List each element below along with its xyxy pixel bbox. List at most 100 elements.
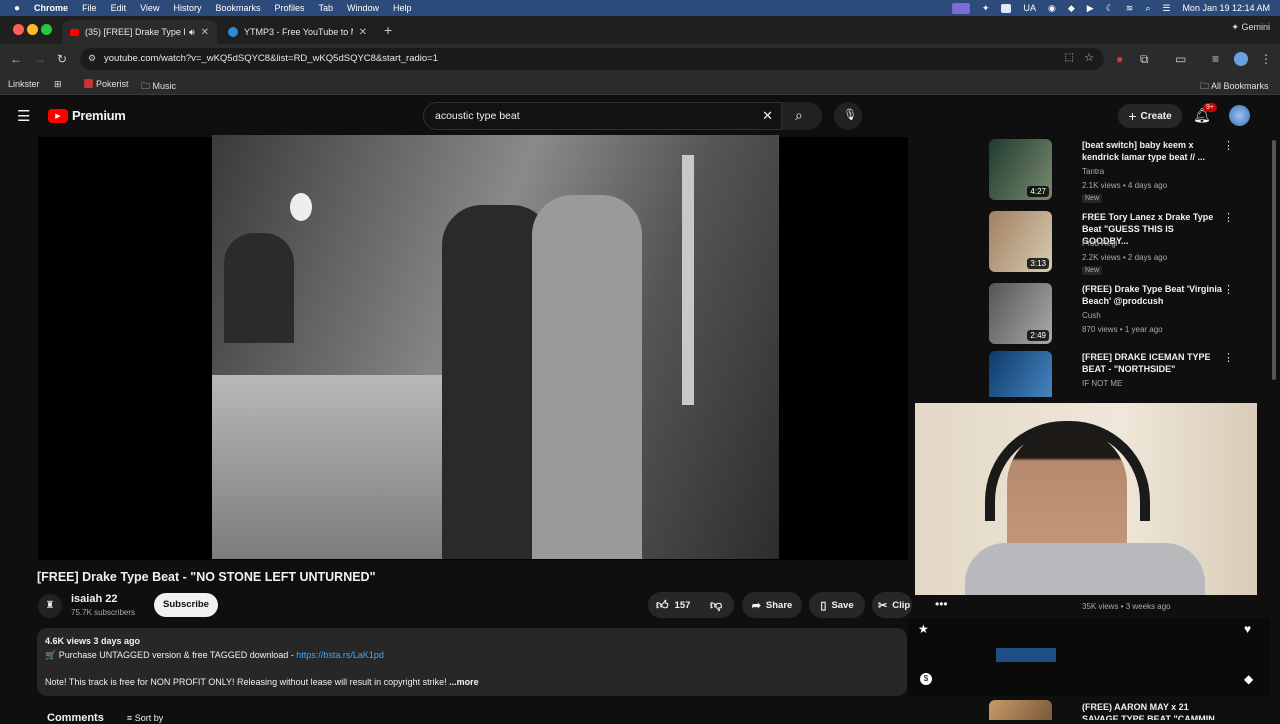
control-center-icon[interactable]: ☰ xyxy=(1162,3,1170,14)
new-tab-button[interactable]: + xyxy=(384,22,392,38)
more-actions-icon[interactable]: ⋮ xyxy=(1223,283,1234,296)
menu-file[interactable]: File xyxy=(82,3,97,13)
recommended-video[interactable]: 2:49 (FREE) Drake Type Beat 'Virginia Be… xyxy=(965,281,1265,351)
like-button[interactable]: 👍︎ 157 xyxy=(656,598,690,613)
input-source-indicator[interactable]: UA xyxy=(1023,3,1036,13)
screen-record-icon[interactable] xyxy=(951,2,970,14)
recommended-video[interactable]: [FREE] DRAKE ICEMAN TYPE BEAT - "NORTHSI… xyxy=(965,349,1265,397)
menu-chrome[interactable]: Chrome xyxy=(34,3,68,13)
audio-playing-icon[interactable]: 🔊︎ xyxy=(189,27,195,38)
more-actions-icon[interactable]: ⋮ xyxy=(1223,211,1234,224)
menu-window[interactable]: Window xyxy=(347,3,379,13)
video-thumbnail[interactable]: 4:27 xyxy=(989,139,1052,200)
video-title[interactable]: (FREE) AARON MAY x 21 SAVAGE TYPE BEAT "… xyxy=(1082,701,1222,720)
apple-icon[interactable]: ● xyxy=(14,3,20,14)
menu-help[interactable]: Help xyxy=(393,3,412,13)
profile-avatar[interactable] xyxy=(1234,52,1248,66)
menu-tab[interactable]: Tab xyxy=(319,3,334,13)
channel-avatar[interactable]: ♜ xyxy=(38,594,62,618)
gemini-button[interactable]: ✦ Gemini xyxy=(1231,22,1270,33)
side-panel-icon[interactable]: ▭ xyxy=(1175,52,1186,66)
play-status-icon[interactable]: ▶ xyxy=(1087,3,1094,14)
zoom-window-button[interactable] xyxy=(41,24,52,35)
video-thumbnail[interactable] xyxy=(996,648,1056,662)
create-button[interactable]: + Create xyxy=(1118,104,1182,128)
chrome-menu-icon[interactable]: ⋮ xyxy=(1260,52,1272,66)
search-button[interactable]: ⌕ xyxy=(782,102,822,130)
dollar-icon[interactable]: $ xyxy=(920,673,932,685)
subscribe-button[interactable]: Subscribe xyxy=(154,593,218,617)
recommended-video-bottom[interactable]: (FREE) AARON MAY x 21 SAVAGE TYPE BEAT "… xyxy=(965,700,1265,720)
menu-edit[interactable]: Edit xyxy=(111,3,127,13)
search-input[interactable]: acoustic type beat xyxy=(435,110,520,122)
menu-profiles[interactable]: Profiles xyxy=(274,3,304,13)
account-avatar[interactable] xyxy=(1229,105,1250,126)
forward-icon[interactable]: → xyxy=(34,52,46,66)
clock-datetime[interactable]: Mon Jan 19 12:14 AM xyxy=(1182,3,1270,13)
clear-search-icon[interactable]: ✕ xyxy=(762,108,773,124)
app-status-icon[interactable] xyxy=(1001,3,1012,13)
tab-search-icon[interactable]: ≡ xyxy=(1212,52,1219,66)
reload-icon[interactable]: ↻ xyxy=(57,52,67,66)
recommended-video-partial[interactable]: ★ ♥ $ ◆ xyxy=(908,618,1270,696)
close-window-button[interactable] xyxy=(13,24,24,35)
minimize-window-button[interactable] xyxy=(27,24,38,35)
close-tab-icon[interactable]: ✕ xyxy=(359,27,367,38)
more-actions-icon[interactable]: ⋮ xyxy=(1223,139,1234,152)
voice-search-button[interactable]: 🎙︎ xyxy=(834,102,862,130)
channel-name[interactable]: Tantra xyxy=(1082,167,1104,176)
tab-ytmp3[interactable]: YTMP3 - Free YouTube to MP ✕ xyxy=(220,20,375,44)
tab-youtube[interactable]: (35) [FREE] Drake Type B 🔊︎ ✕ xyxy=(62,20,217,44)
close-tab-icon[interactable]: ✕ xyxy=(201,27,209,38)
menu-bookmarks[interactable]: Bookmarks xyxy=(215,3,260,13)
video-thumbnail[interactable]: 2:49 xyxy=(989,283,1052,344)
channel-name[interactable]: isaiah 22 xyxy=(71,593,117,605)
all-bookmarks-folder[interactable]: 🗀︎ All Bookmarks xyxy=(1200,79,1269,95)
channel-name[interactable]: IF NOT ME xyxy=(1082,379,1122,388)
hamburger-menu-icon[interactable]: ☰ xyxy=(17,107,30,125)
url-text[interactable]: youtube.com/watch?v=_wKQ5dSQYC8&list=RD_… xyxy=(104,53,438,64)
save-button[interactable]: ▯ Save xyxy=(809,592,865,618)
recommended-video[interactable]: 3:13 FREE Tory Lanez x Drake Type Beat "… xyxy=(965,209,1265,279)
more-actions-icon[interactable]: ⋮ xyxy=(1223,351,1234,364)
bookmark-star-icon[interactable]: ☆ xyxy=(1084,51,1094,64)
recommended-video[interactable]: 4:27 [beat switch] baby keem x kendrick … xyxy=(965,137,1265,207)
show-more-button[interactable]: ...more xyxy=(449,677,479,687)
video-title[interactable]: [FREE] DRAKE ICEMAN TYPE BEAT - "NORTHSI… xyxy=(1082,351,1222,375)
menu-history[interactable]: History xyxy=(173,3,201,13)
channel-name[interactable]: Prod Regi xyxy=(1082,239,1118,248)
diamond-icon[interactable]: ◆ xyxy=(1244,672,1253,686)
video-frame[interactable] xyxy=(212,135,779,559)
bookmark-music-folder[interactable]: 🗀︎ Music xyxy=(141,79,176,95)
wifi-icon[interactable]: ≋ xyxy=(1126,3,1134,14)
purchase-link[interactable]: https://bsta.rs/LaK1pd xyxy=(296,650,384,660)
apps-grid-icon[interactable]: ⊞ xyxy=(54,79,62,90)
heart-icon[interactable]: ♥ xyxy=(1244,622,1251,636)
menu-view[interactable]: View xyxy=(140,3,159,13)
video-thumbnail[interactable] xyxy=(989,700,1052,720)
share-button[interactable]: ➦ Share xyxy=(742,592,802,618)
site-info-icon[interactable]: ⚙ xyxy=(88,53,96,64)
star-icon[interactable]: ★ xyxy=(918,622,929,636)
back-icon[interactable]: ← xyxy=(10,52,22,66)
video-thumbnail[interactable]: 3:13 xyxy=(989,211,1052,272)
video-title[interactable]: (FREE) Drake Type Beat 'Virginia Beach' … xyxy=(1082,283,1222,307)
more-actions-icon[interactable]: ••• xyxy=(935,597,948,611)
extension-badge-icon[interactable]: ● xyxy=(1116,52,1123,66)
search-box[interactable]: acoustic type beat ✕ xyxy=(423,102,782,130)
sparkle-icon[interactable]: ✦ xyxy=(982,3,990,14)
extensions-puzzle-icon[interactable]: ⧉ xyxy=(1140,52,1149,67)
address-bar[interactable]: ⚙ youtube.com/watch?v=_wKQ5dSQYC8&list=R… xyxy=(80,48,1104,70)
dislike-button[interactable]: 👎︎ xyxy=(710,598,722,613)
bookmark-linkster[interactable]: Linkster xyxy=(8,79,40,89)
video-title[interactable]: [beat switch] baby keem x kendrick lamar… xyxy=(1082,139,1222,163)
search-menu-icon[interactable]: ⌕ xyxy=(1145,3,1150,14)
bolt-status-icon[interactable]: ◆ xyxy=(1068,3,1075,14)
notifications-button[interactable]: 🔔︎ 9+ xyxy=(1193,103,1217,125)
video-thumbnail[interactable] xyxy=(989,351,1052,397)
moon-icon[interactable]: ☾ xyxy=(1106,3,1114,14)
description-box[interactable]: 4.6K views 3 days ago 🛒 Purchase UNTAGGE… xyxy=(37,628,907,696)
video-player[interactable] xyxy=(38,135,908,560)
clip-button[interactable]: ✂ Clip xyxy=(872,592,912,618)
channel-name[interactable]: Cush xyxy=(1082,311,1101,320)
